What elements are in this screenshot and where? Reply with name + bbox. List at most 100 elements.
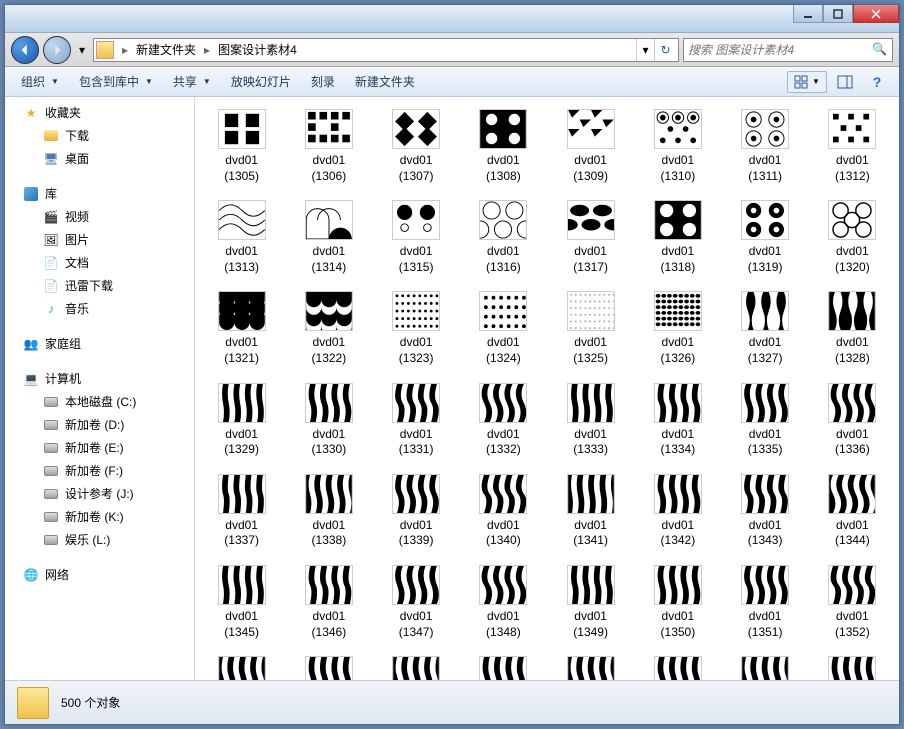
file-thumbnail[interactable]: dvd01(1329) <box>199 379 284 462</box>
sidebar-music[interactable]: ♪音乐 <box>5 297 194 320</box>
help-button[interactable]: ? <box>863 71 891 93</box>
titlebar[interactable] <box>5 5 899 33</box>
file-thumbnail[interactable] <box>548 652 633 680</box>
sidebar-desktop[interactable]: 🖥桌面 <box>5 147 194 170</box>
file-thumbnail[interactable]: dvd01(1347) <box>374 561 459 644</box>
file-thumbnail[interactable]: dvd01(1307) <box>374 105 459 188</box>
file-thumbnail[interactable]: dvd01(1335) <box>723 379 808 462</box>
sidebar-libraries[interactable]: 库 <box>5 182 194 205</box>
refresh-button[interactable]: ↻ <box>654 39 676 61</box>
file-thumbnail[interactable]: dvd01(1342) <box>635 470 720 553</box>
file-thumbnail[interactable]: dvd01(1310) <box>635 105 720 188</box>
view-button[interactable]: ▼ <box>787 71 827 93</box>
preview-pane-button[interactable] <box>831 71 859 93</box>
file-grid[interactable]: dvd01(1305)dvd01(1306)dvd01(1307)dvd01(1… <box>195 97 899 680</box>
file-thumbnail[interactable]: dvd01(1316) <box>461 196 546 279</box>
sidebar-drive[interactable]: 新加卷 (D:) <box>5 413 194 436</box>
file-thumbnail[interactable]: dvd01(1333) <box>548 379 633 462</box>
file-thumbnail[interactable]: dvd01(1320) <box>810 196 895 279</box>
organize-button[interactable]: 组织▼ <box>13 69 67 94</box>
sidebar-network[interactable]: 🌐网络 <box>5 563 194 586</box>
file-thumbnail[interactable]: dvd01(1322) <box>286 287 371 370</box>
file-thumbnail[interactable]: dvd01(1330) <box>286 379 371 462</box>
file-thumbnail[interactable]: dvd01(1314) <box>286 196 371 279</box>
file-thumbnail[interactable]: dvd01(1321) <box>199 287 284 370</box>
search-box[interactable]: 🔍 <box>683 38 893 62</box>
search-input[interactable] <box>688 43 872 57</box>
file-thumbnail[interactable]: dvd01(1306) <box>286 105 371 188</box>
file-thumbnail[interactable] <box>723 652 808 680</box>
file-thumbnail[interactable]: dvd01(1348) <box>461 561 546 644</box>
share-button[interactable]: 共享▼ <box>165 69 219 94</box>
sidebar-pictures[interactable]: 🖼图片 <box>5 228 194 251</box>
file-thumbnail[interactable]: dvd01(1350) <box>635 561 720 644</box>
sidebar-drive[interactable]: 新加卷 (K:) <box>5 505 194 528</box>
chevron-right-icon[interactable]: ▸ <box>118 43 132 57</box>
file-thumbnail[interactable]: dvd01(1311) <box>723 105 808 188</box>
file-thumbnail[interactable]: dvd01(1327) <box>723 287 808 370</box>
file-thumbnail[interactable] <box>461 652 546 680</box>
nav-history-dropdown[interactable]: ▾ <box>75 38 89 62</box>
file-thumbnail[interactable]: dvd01(1345) <box>199 561 284 644</box>
file-thumbnail[interactable]: dvd01(1337) <box>199 470 284 553</box>
file-thumbnail[interactable] <box>286 652 371 680</box>
file-thumbnail[interactable]: dvd01(1315) <box>374 196 459 279</box>
file-thumbnail[interactable]: dvd01(1336) <box>810 379 895 462</box>
slideshow-button[interactable]: 放映幻灯片 <box>223 69 299 94</box>
file-thumbnail[interactable]: dvd01(1341) <box>548 470 633 553</box>
chevron-right-icon[interactable]: ▸ <box>200 43 214 57</box>
sidebar-computer[interactable]: 💻计算机 <box>5 367 194 390</box>
file-thumbnail[interactable] <box>199 652 284 680</box>
file-thumbnail[interactable]: dvd01(1332) <box>461 379 546 462</box>
file-thumbnail[interactable]: dvd01(1339) <box>374 470 459 553</box>
breadcrumb-seg-2[interactable]: 图案设计素材4 <box>214 39 301 60</box>
file-thumbnail[interactable]: dvd01(1349) <box>548 561 633 644</box>
file-thumbnail[interactable]: dvd01(1331) <box>374 379 459 462</box>
file-thumbnail[interactable]: dvd01(1318) <box>635 196 720 279</box>
include-button[interactable]: 包含到库中▼ <box>71 69 161 94</box>
file-thumbnail[interactable] <box>810 652 895 680</box>
sidebar-favorites[interactable]: ★收藏夹 <box>5 101 194 124</box>
file-thumbnail[interactable]: dvd01(1309) <box>548 105 633 188</box>
file-thumbnail[interactable]: dvd01(1340) <box>461 470 546 553</box>
file-thumbnail[interactable] <box>635 652 720 680</box>
file-thumbnail[interactable]: dvd01(1344) <box>810 470 895 553</box>
navigation-pane[interactable]: ★收藏夹 下载 🖥桌面 库 🎬视频 🖼图片 📄文档 📄迅雷下载 ♪音乐 👥家庭组… <box>5 97 195 680</box>
file-thumbnail[interactable]: dvd01(1326) <box>635 287 720 370</box>
breadcrumb-seg-1[interactable]: 新建文件夹 <box>132 39 200 60</box>
file-thumbnail[interactable]: dvd01(1328) <box>810 287 895 370</box>
file-thumbnail[interactable]: dvd01(1308) <box>461 105 546 188</box>
newfolder-button[interactable]: 新建文件夹 <box>347 69 423 94</box>
file-thumbnail[interactable]: dvd01(1346) <box>286 561 371 644</box>
file-thumbnail[interactable]: dvd01(1312) <box>810 105 895 188</box>
path-dropdown[interactable]: ▾ <box>636 39 654 61</box>
breadcrumb[interactable]: ▸ 新建文件夹 ▸ 图案设计素材4 ▾ ↻ <box>93 38 679 62</box>
file-thumbnail[interactable]: dvd01(1351) <box>723 561 808 644</box>
file-thumbnail[interactable]: dvd01(1305) <box>199 105 284 188</box>
search-icon[interactable]: 🔍 <box>872 42 888 58</box>
sidebar-drive[interactable]: 设计参考 (J:) <box>5 482 194 505</box>
file-thumbnail[interactable]: dvd01(1319) <box>723 196 808 279</box>
file-thumbnail[interactable] <box>374 652 459 680</box>
sidebar-documents[interactable]: 📄文档 <box>5 251 194 274</box>
file-thumbnail[interactable]: dvd01(1352) <box>810 561 895 644</box>
burn-button[interactable]: 刻录 <box>303 69 343 94</box>
back-button[interactable] <box>11 36 39 64</box>
sidebar-downloads[interactable]: 下载 <box>5 124 194 147</box>
sidebar-thunder[interactable]: 📄迅雷下载 <box>5 274 194 297</box>
file-thumbnail[interactable]: dvd01(1343) <box>723 470 808 553</box>
forward-button[interactable] <box>43 36 71 64</box>
file-thumbnail[interactable]: dvd01(1338) <box>286 470 371 553</box>
file-thumbnail[interactable]: dvd01(1323) <box>374 287 459 370</box>
close-button[interactable] <box>853 5 899 23</box>
sidebar-drive[interactable]: 新加卷 (E:) <box>5 436 194 459</box>
sidebar-drive[interactable]: 本地磁盘 (C:) <box>5 390 194 413</box>
sidebar-videos[interactable]: 🎬视频 <box>5 205 194 228</box>
file-thumbnail[interactable]: dvd01(1317) <box>548 196 633 279</box>
sidebar-homegroup[interactable]: 👥家庭组 <box>5 332 194 355</box>
sidebar-drive[interactable]: 娱乐 (L:) <box>5 528 194 551</box>
sidebar-drive[interactable]: 新加卷 (F:) <box>5 459 194 482</box>
minimize-button[interactable] <box>793 5 823 23</box>
maximize-button[interactable] <box>823 5 853 23</box>
file-thumbnail[interactable]: dvd01(1313) <box>199 196 284 279</box>
